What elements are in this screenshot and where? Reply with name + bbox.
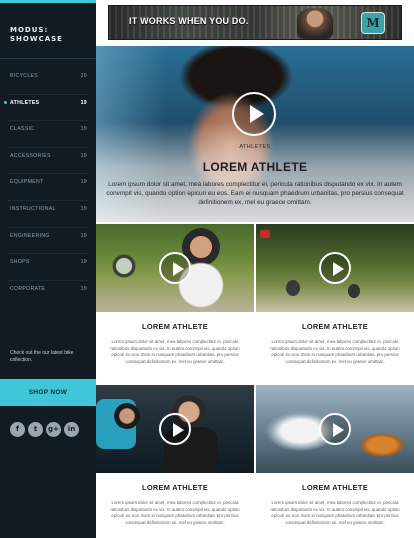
athlete-card-text: Lorem ipsum dolor sit amet, mea labores …: [270, 339, 400, 364]
sidebar-item-count: 19: [80, 285, 87, 292]
rider-figure: [112, 254, 136, 278]
sidebar-item-count: 19: [80, 152, 87, 159]
play-icon: [173, 423, 184, 437]
play-button[interactable]: [159, 252, 191, 284]
sidebar-item-label: ATHLETES: [10, 99, 40, 106]
sidebar-item-count: 19: [80, 126, 87, 133]
sidebar-item-classic[interactable]: CLASSIC 19: [0, 121, 96, 148]
athlete-card-text: Lorem ipsum dolor sit amet, mea labores …: [270, 500, 400, 525]
sidebar-nav: BICYCLES 20 ATHLETES 19 CLASSIC 19 ACCES…: [0, 68, 96, 307]
athlete-card-title: LOREM ATHLETE: [302, 483, 368, 492]
athlete-card-thumbnail[interactable]: [96, 224, 254, 312]
sidebar-item-corporate[interactable]: CORPORATE 19: [0, 281, 96, 308]
sidebar-item-label: CORPORATE: [10, 285, 46, 292]
hero-feature: ATHLETES LOREM ATHLETE Lorem ipsum dolor…: [96, 46, 414, 222]
ad-banner-area: IT WORKS WHEN YOU DO. M: [96, 0, 414, 46]
sidebar: MODUS: SHOWCASE BICYCLES 20 ATHLETES 19 …: [0, 0, 96, 538]
brand-badge-icon: M: [361, 12, 385, 34]
twitter-icon[interactable]: t: [28, 422, 43, 437]
banner-rider-image: [297, 8, 333, 39]
athlete-card[interactable]: LOREM ATHLETE Lorem ipsum dolor sit amet…: [96, 385, 254, 527]
promo-text: Check out the our latest bike collection…: [10, 350, 74, 363]
athlete-card[interactable]: LOREM ATHLETE Lorem ipsum dolor sit amet…: [256, 385, 414, 527]
sidebar-item-athletes[interactable]: ATHLETES 19: [0, 95, 96, 122]
sidebar-item-label: ACCESSORIES: [10, 152, 51, 159]
channel-badge-icon: [260, 230, 270, 238]
play-button[interactable]: [159, 413, 191, 445]
rider-figure: [348, 284, 360, 298]
athlete-card-title: LOREM ATHLETE: [142, 322, 208, 331]
ad-banner[interactable]: IT WORKS WHEN YOU DO. M: [108, 5, 402, 40]
play-icon: [333, 262, 344, 276]
hero-description: Lorem ipsum dolor sit amet, mea labores …: [106, 181, 404, 206]
shop-now-button[interactable]: SHOP NOW: [0, 379, 96, 406]
google-plus-icon[interactable]: g+: [46, 422, 61, 437]
athlete-card-title: LOREM ATHLETE: [302, 322, 368, 331]
sidebar-divider: [0, 58, 96, 59]
hero-play-button[interactable]: [232, 92, 276, 136]
sidebar-item-label: EQUIPMENT: [10, 179, 44, 186]
sidebar-item-engineering[interactable]: ENGINEERING 19: [0, 228, 96, 255]
play-icon: [173, 262, 184, 276]
sidebar-item-equipment[interactable]: EQUIPMENT 19: [0, 174, 96, 201]
banner-tagline: IT WORKS WHEN YOU DO.: [129, 16, 249, 26]
sidebar-item-count: 19: [80, 99, 87, 106]
sidebar-item-label: INSTRUCTIONAL: [10, 205, 56, 212]
food-bowl-image: [360, 433, 404, 457]
athlete-card[interactable]: LOREM ATHLETE Lorem ipsum dolor sit amet…: [96, 224, 254, 366]
social-links: f t g+ in: [10, 422, 79, 437]
facebook-icon[interactable]: f: [10, 422, 25, 437]
rider-figure: [286, 280, 300, 296]
athlete-card-title: LOREM ATHLETE: [142, 483, 208, 492]
sidebar-item-label: BICYCLES: [10, 73, 39, 79]
play-icon: [333, 423, 344, 437]
linkedin-icon[interactable]: in: [64, 422, 79, 437]
sidebar-item-label: CLASSIC: [10, 126, 35, 133]
athlete-card-thumbnail[interactable]: [96, 385, 254, 473]
sidebar-item-label: SHOPS: [10, 259, 30, 266]
sidebar-item-label: ENGINEERING: [10, 232, 50, 239]
play-icon: [250, 105, 264, 123]
play-button[interactable]: [319, 413, 351, 445]
athlete-card-text: Lorem ipsum dolor sit amet, mea labores …: [110, 339, 240, 364]
hero-title: LOREM ATHLETE: [202, 160, 308, 174]
sidebar-item-accessories[interactable]: ACCESSORIES 19: [0, 148, 96, 175]
active-indicator-icon: [4, 100, 7, 104]
sidebar-accent-bar: [0, 0, 96, 3]
athlete-card-thumbnail[interactable]: [256, 385, 414, 473]
athlete-card-thumbnail[interactable]: [256, 224, 414, 312]
athlete-figure: [114, 403, 140, 429]
sidebar-item-bicycles[interactable]: BICYCLES 20: [0, 68, 96, 95]
sidebar-item-instructional[interactable]: INSTRUCTIONAL 19: [0, 201, 96, 228]
play-button[interactable]: [319, 252, 351, 284]
hero-category: ATHLETES: [239, 144, 271, 150]
sidebar-item-count: 19: [80, 232, 87, 239]
sidebar-item-count: 19: [80, 205, 87, 212]
brand-logo[interactable]: MODUS: SHOWCASE: [10, 26, 90, 44]
athlete-card-text: Lorem ipsum dolor sit amet, mea labores …: [110, 500, 240, 525]
sidebar-item-count: 19: [80, 259, 87, 266]
athlete-card[interactable]: LOREM ATHLETE Lorem ipsum dolor sit amet…: [256, 224, 414, 366]
sidebar-item-count: 20: [80, 73, 87, 79]
sidebar-item-shops[interactable]: SHOPS 19: [0, 254, 96, 281]
sidebar-item-count: 19: [80, 179, 87, 186]
